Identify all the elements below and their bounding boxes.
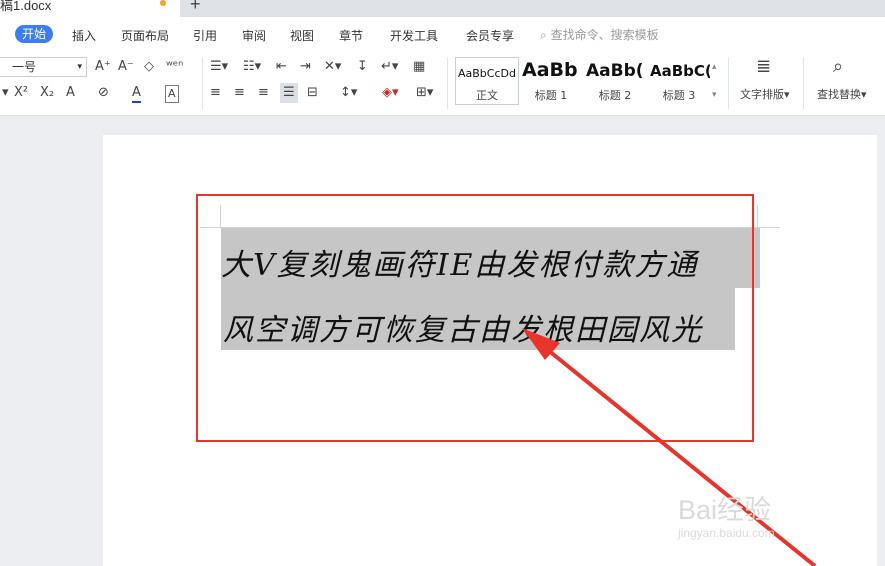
watermark: Bai经验 jingyan.baidu.com: [678, 478, 848, 550]
watermark-logo: Bai经验: [678, 495, 772, 525]
watermark-url: jingyan.baidu.com: [678, 526, 775, 540]
